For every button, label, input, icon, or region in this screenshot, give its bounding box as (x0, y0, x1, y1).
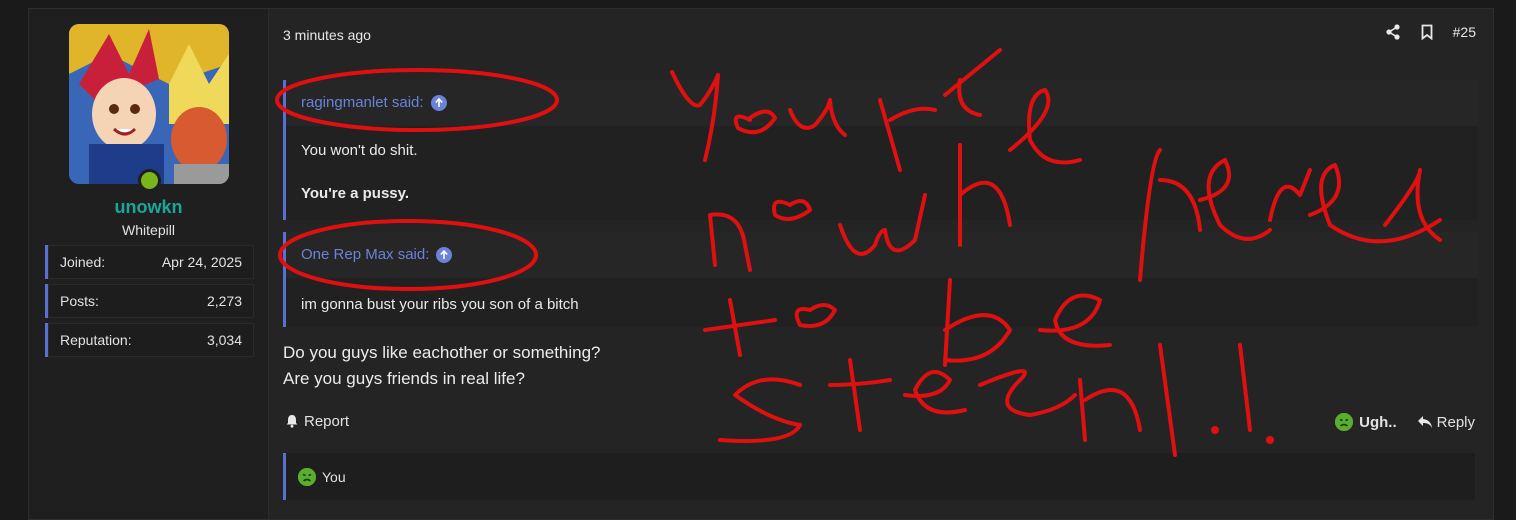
bookmark-icon[interactable] (1419, 24, 1435, 41)
reaction-button[interactable]: Ugh.. (1359, 414, 1397, 431)
quote-2: One Rep Max said: im gonna bust your rib… (283, 232, 1478, 327)
quote-header[interactable]: ragingmanlet said: (286, 80, 1478, 126)
quote-line-bold: You're a pussy. (301, 185, 410, 202)
avatar[interactable] (69, 24, 229, 184)
reply-button[interactable]: Reply (1417, 414, 1475, 431)
stat-label: Reputation: (60, 332, 132, 348)
quote-header[interactable]: One Rep Max said: (286, 232, 1478, 278)
quote-author[interactable]: ragingmanlet said: (301, 80, 424, 126)
online-status-icon (138, 169, 161, 192)
share-icon[interactable] (1385, 24, 1401, 40)
stat-label: Posts: (60, 293, 99, 309)
quote-line: im gonna bust your ribs you son of a bit… (301, 296, 579, 313)
quote-author[interactable]: One Rep Max said: (301, 232, 429, 278)
reaction-controls: Ugh.. Reply (1335, 413, 1475, 431)
user-title: Whitepill (122, 222, 175, 238)
quote-1: ragingmanlet said: You won't do shit. Yo… (283, 80, 1478, 220)
reply-label: Reply (1436, 413, 1475, 431)
sick-face-icon (298, 467, 316, 486)
stat-joined: Joined: Apr 24, 2025 (45, 245, 254, 279)
stat-label: Joined: (60, 254, 106, 270)
quote-body: im gonna bust your ribs you son of a bit… (286, 296, 1478, 313)
quote-body: You won't do shit. You're a pussy. (286, 142, 1478, 202)
reactions-summary[interactable]: You (283, 453, 1475, 500)
user-sidebar: unowkn Whitepill Joined: Apr 24, 2025 Po… (29, 9, 269, 519)
post-actions: #25 (1385, 24, 1476, 41)
message-line: Are you guys friends in real life? (283, 369, 525, 388)
go-to-quote-icon[interactable] (436, 247, 453, 263)
stat-value: 3,034 (206, 332, 242, 348)
username[interactable]: unowkn (29, 197, 268, 218)
post-message: Do you guys like eachother or something?… (283, 340, 601, 392)
post-time[interactable]: 3 minutes ago (283, 27, 371, 43)
bell-icon (285, 414, 301, 430)
reactions-users: You (322, 468, 346, 485)
quote-line: You won't do shit. (301, 142, 418, 159)
stat-reputation: Reputation: 3,034 (45, 323, 254, 357)
go-to-quote-icon[interactable] (430, 95, 447, 111)
stat-value: Apr 24, 2025 (161, 254, 242, 270)
report-button[interactable]: Report (285, 413, 349, 430)
post-number[interactable]: #25 (1453, 24, 1476, 40)
report-label: Report (304, 413, 350, 430)
reply-icon (1417, 416, 1432, 428)
stat-value: 2,273 (206, 293, 242, 309)
sick-face-icon[interactable] (1335, 413, 1354, 431)
stat-posts: Posts: 2,273 (45, 284, 254, 318)
message-line: Do you guys like eachother or something? (283, 343, 601, 362)
